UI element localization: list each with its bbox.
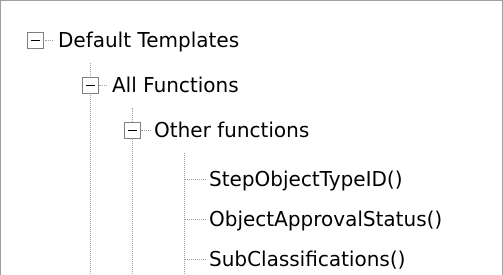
- tree-connector: [141, 130, 151, 131]
- tree-connector: [185, 259, 206, 260]
- tree-leaf-function[interactable]: SubClassifications(): [209, 246, 405, 272]
- tree-connector: [185, 179, 206, 180]
- template-tree-view[interactable]: Default Templates All Functions Other fu…: [0, 0, 503, 275]
- tree-node-all-functions[interactable]: All Functions: [112, 72, 239, 98]
- tree-node-other-functions[interactable]: Other functions: [154, 117, 309, 143]
- tree-connector: [90, 63, 91, 275]
- collapse-all-functions-toggle[interactable]: [82, 77, 99, 94]
- collapse-default-templates-toggle[interactable]: [27, 32, 44, 49]
- tree-connector: [185, 219, 206, 220]
- collapse-other-functions-toggle[interactable]: [124, 122, 141, 139]
- tree-node-default-templates[interactable]: Default Templates: [58, 27, 239, 53]
- tree-connector: [184, 153, 185, 275]
- tree-connector: [45, 40, 53, 41]
- tree-leaf-function[interactable]: ObjectApprovalStatus(): [209, 206, 442, 232]
- tree-connector: [99, 85, 107, 86]
- tree-leaf-function[interactable]: StepObjectTypeID(): [209, 166, 403, 192]
